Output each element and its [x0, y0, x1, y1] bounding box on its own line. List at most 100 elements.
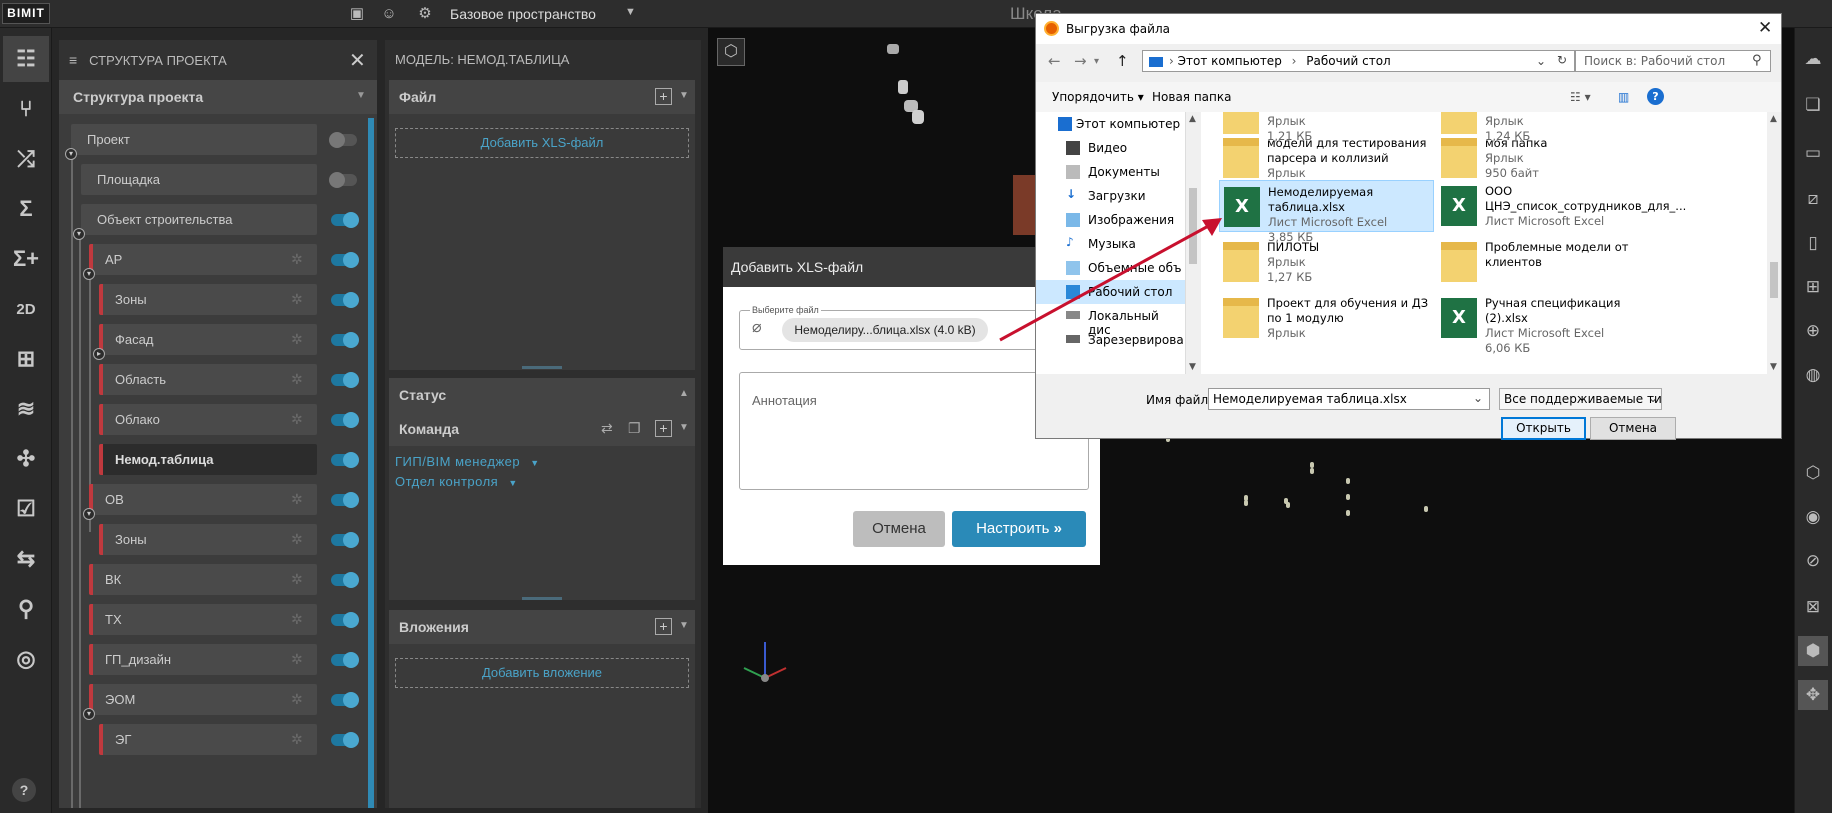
chevron-down-icon[interactable]: ▼ — [625, 6, 636, 18]
tree-node-selected[interactable]: Немод.таблица — [99, 444, 317, 475]
search-input[interactable]: Поиск в: Рабочий стол — [1575, 50, 1771, 72]
chevron-down-icon[interactable]: ▼ — [508, 478, 517, 488]
breadcrumb-desktop[interactable]: Рабочий стол — [1306, 54, 1390, 68]
model-icon[interactable]: ✲ — [291, 644, 303, 675]
tree-node[interactable]: Площадка — [81, 164, 317, 195]
settings-icon[interactable]: ⚙ — [414, 4, 436, 24]
model-icon[interactable]: ✲ — [291, 364, 303, 395]
visibility-toggle[interactable] — [331, 612, 359, 628]
tree-node[interactable]: Область ✲ — [99, 364, 317, 395]
tree-node[interactable]: Объект строительства — [81, 204, 317, 235]
organize-menu[interactable]: Упорядочить ▾ — [1052, 90, 1144, 104]
briefcase-icon[interactable]: ▣ — [346, 4, 368, 24]
view-cube-icon[interactable]: ⬡ — [717, 38, 745, 66]
add-attachment-button[interactable]: Добавить вложение — [395, 658, 689, 688]
add-icon[interactable]: + — [655, 420, 672, 437]
nav-3d-objects[interactable]: Объемные объ — [1036, 256, 1185, 280]
eye-off-icon[interactable]: ⊘ — [1798, 546, 1828, 576]
eye-icon[interactable]: ◉ — [1798, 502, 1828, 532]
tree-node[interactable]: АР ✲ — [89, 244, 317, 275]
visibility-toggle[interactable] — [331, 492, 359, 508]
tree-node[interactable]: Зоны ✲ — [99, 524, 317, 555]
cube-view-icon[interactable]: ⬡ — [1798, 458, 1828, 488]
paperclip-icon[interactable]: ⌀ — [752, 317, 762, 337]
collapse-icon[interactable]: ▾ — [83, 708, 95, 720]
tree-node[interactable]: ТХ ✲ — [89, 604, 317, 635]
resize-handle[interactable] — [522, 597, 562, 600]
resize-handle[interactable] — [522, 366, 562, 369]
address-bar[interactable]: › Этот компьютер › Рабочий стол ⌄ ↻ — [1142, 50, 1575, 72]
role-gip[interactable]: ГИП/BIM менеджер ▼ — [395, 454, 540, 469]
cloud-upload-icon[interactable]: ☁ — [1798, 44, 1828, 74]
nav-desktop[interactable]: Рабочий стол — [1036, 280, 1185, 304]
model-icon[interactable]: ✲ — [291, 404, 303, 435]
model-icon[interactable]: ✲ — [291, 684, 303, 715]
file-item[interactable]: Проблемные модели от клиентов — [1437, 236, 1652, 294]
chart-line-icon[interactable]: ≋ — [3, 386, 49, 432]
visibility-toggle[interactable] — [331, 292, 359, 308]
chevron-down-icon[interactable]: ▼ — [530, 458, 539, 468]
configure-button[interactable]: Настроить » — [952, 511, 1086, 547]
search-icon[interactable]: ⚲ — [1752, 53, 1762, 68]
history-chevron-icon[interactable]: ▾ — [1094, 56, 1099, 67]
tree-node[interactable]: ЭОМ ✲ — [89, 684, 317, 715]
tree-node[interactable]: Облако ✲ — [99, 404, 317, 435]
visibility-toggle[interactable] — [331, 652, 359, 668]
cancel-button[interactable]: Отмена — [853, 511, 945, 547]
chevron-down-icon[interactable]: ▼ — [356, 90, 366, 101]
breadcrumb-computer[interactable]: Этот компьютер — [1178, 54, 1282, 68]
visibility-toggle[interactable] — [331, 452, 359, 468]
layers-icon[interactable]: ❏ — [1798, 90, 1828, 120]
slice-icon[interactable]: ⧄ — [1798, 184, 1828, 214]
users-icon[interactable]: ☺ — [378, 4, 400, 24]
chevron-down-icon[interactable]: ⌄ — [1648, 391, 1658, 405]
model-icon[interactable]: ✲ — [291, 564, 303, 595]
visibility-toggle[interactable] — [329, 132, 357, 148]
gauge-icon[interactable]: ◎ — [3, 636, 49, 682]
hierarchy-icon[interactable]: ⊞ — [3, 336, 49, 382]
nav-this-pc[interactable]: Этот компьютер — [1036, 112, 1185, 136]
ruler-icon[interactable]: ▭ — [1798, 138, 1828, 168]
book-icon[interactable]: ▯ — [1798, 228, 1828, 258]
section-icon[interactable]: ◍ — [1798, 360, 1828, 390]
visibility-toggle[interactable] — [331, 732, 359, 748]
2d-icon[interactable]: 2D — [3, 286, 49, 332]
visibility-toggle[interactable] — [331, 372, 359, 388]
file-item[interactable]: ПИЛОТЫ Ярлык 1,27 КБ — [1219, 236, 1434, 294]
tree-node[interactable]: ЭГ ✲ — [99, 724, 317, 755]
filetype-select[interactable]: Все поддерживаемые типы (*. — [1499, 388, 1662, 410]
nav-documents[interactable]: Документы — [1036, 160, 1185, 184]
collapse-icon[interactable]: ▾ — [83, 508, 95, 520]
sum-icon[interactable]: Σ — [3, 186, 49, 232]
user-location-icon[interactable]: ⚲ — [3, 586, 49, 632]
tree-node[interactable]: Зоны ✲ — [99, 284, 317, 315]
add-icon[interactable]: + — [655, 618, 672, 635]
model-icon[interactable]: ✲ — [291, 284, 303, 315]
close-icon[interactable]: ✕ — [1758, 18, 1772, 38]
team-header[interactable]: Команда — [389, 412, 695, 446]
tree-node[interactable]: ОВ ✲ — [89, 484, 317, 515]
model-icon[interactable]: ✲ — [291, 484, 303, 515]
nav-video[interactable]: Видео — [1036, 136, 1185, 160]
model-icon[interactable]: ✲ — [291, 724, 303, 755]
model-icon[interactable]: ✲ — [291, 244, 303, 275]
box-close-icon[interactable]: ⊠ — [1798, 592, 1828, 622]
visibility-toggle[interactable] — [331, 412, 359, 428]
close-icon[interactable]: ✕ — [349, 48, 366, 73]
puzzle-icon[interactable]: ✣ — [3, 436, 49, 482]
branch-icon[interactable]: ⑂ — [3, 86, 49, 132]
help-icon[interactable]: ? — [1647, 88, 1664, 105]
back-icon[interactable]: ← — [1048, 52, 1061, 70]
preview-pane-icon[interactable]: ▥ — [1618, 90, 1629, 104]
nav-reserved-disk[interactable]: Зарезервирова — [1036, 328, 1185, 352]
copy-icon[interactable]: ❐ — [628, 420, 641, 437]
folder-transfer-icon[interactable]: ⇆ — [3, 536, 49, 582]
move-icon[interactable]: ✥ — [1798, 680, 1828, 710]
user-check-icon[interactable]: ☑ — [3, 486, 49, 532]
share-icon[interactable]: ⇄ — [601, 420, 613, 437]
chevron-down-icon[interactable]: ▼ — [679, 90, 689, 101]
space-selector[interactable]: Базовое пространство — [450, 6, 596, 22]
structure-icon[interactable]: ☷ — [3, 36, 49, 82]
nav-downloads[interactable]: ↓ Загрузки — [1036, 184, 1185, 208]
forward-icon[interactable]: → — [1074, 52, 1087, 70]
